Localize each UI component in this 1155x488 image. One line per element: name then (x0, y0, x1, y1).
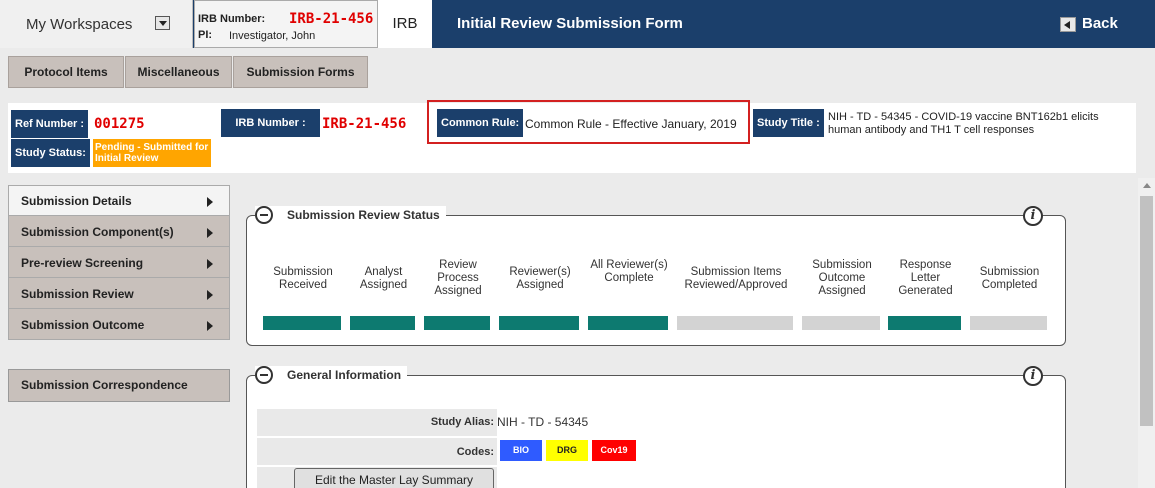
nav-submission-components[interactable]: Submission Component(s) (9, 217, 229, 247)
study-info-strip: Ref Number : 001275 IRB Number : IRB-21-… (8, 100, 1136, 173)
status-step-bar (970, 316, 1047, 330)
workspaces-label: My Workspaces (26, 16, 133, 33)
code-badge: Cov19 (592, 440, 636, 461)
status-step-bar (263, 316, 341, 330)
tab-protocol-items[interactable]: Protocol Items (8, 56, 124, 88)
collapse-icon[interactable] (255, 206, 273, 224)
nav-submission-review[interactable]: Submission Review (9, 279, 229, 309)
back-label[interactable]: Back (1082, 15, 1118, 32)
nav-label: Submission Outcome (21, 318, 145, 332)
status-step-bar (888, 316, 961, 330)
status-step-label: Submission Received (273, 266, 333, 291)
review-status-panel: Submission Review Status i Submission Re… (246, 206, 1066, 346)
nav-label: Submission Review (21, 287, 134, 301)
collapse-icon[interactable] (255, 366, 273, 384)
status-step-bar (499, 316, 579, 330)
irb-number-field-label: IRB Number : (221, 109, 320, 137)
pi-name: Investigator, John (229, 30, 316, 42)
info-icon[interactable]: i (1023, 206, 1043, 226)
edit-lay-summary-button[interactable]: Edit the Master Lay Summary (294, 468, 494, 488)
status-step-bar (350, 316, 415, 330)
study-alias-value: NIH - TD - 54345 (497, 415, 589, 429)
chevron-right-icon (207, 321, 213, 331)
codes-label: Codes: (456, 446, 494, 458)
nav-submission-outcome[interactable]: Submission Outcome (9, 310, 229, 340)
chevron-down-icon[interactable] (155, 16, 170, 30)
chevron-right-icon (207, 228, 213, 238)
ref-number-value: 001275 (94, 116, 145, 132)
status-step-bar (802, 316, 880, 330)
status-step-bar (588, 316, 668, 330)
panel-title: Submission Review Status (287, 208, 440, 222)
status-step-label: Reviewer(s) Assigned (509, 266, 571, 291)
nav-label: Pre-review Screening (21, 256, 144, 270)
nav-pre-review-screening[interactable]: Pre-review Screening (9, 248, 229, 278)
irb-info-panel: IRB Number: IRB-21-456 PI: Investigator,… (194, 0, 378, 48)
nav-label: Submission Details (21, 194, 132, 208)
ref-number-label: Ref Number : (11, 110, 89, 138)
status-step-label: Submission Items Reviewed/Approved (684, 266, 788, 291)
study-title-label: Study Title : (753, 109, 824, 137)
page-title: Initial Review Submission Form (457, 15, 683, 32)
study-alias-label: Study Alias: (430, 416, 494, 428)
status-step-label: Response Letter Generated (898, 259, 953, 297)
status-step-bar (424, 316, 490, 330)
irb-number-value: IRB-21-456 (289, 11, 374, 27)
study-title-value: NIH - TD - 54345 - COVID-19 vaccine BNT1… (828, 111, 1099, 136)
pi-label: PI: (198, 29, 213, 41)
chevron-right-icon (207, 290, 213, 300)
study-status-badge: Pending - Submitted for Initial Review (93, 139, 211, 167)
status-step-label: All Reviewer(s) Complete (590, 259, 668, 284)
status-step-label: Submission Completed (979, 266, 1040, 291)
study-status-label: Study Status: (11, 139, 90, 167)
status-step-label: Review Process Assigned (434, 259, 482, 297)
irb-number-field-value: IRB-21-456 (322, 116, 407, 132)
irb-number-label: IRB Number: (198, 13, 266, 25)
tab-submission-forms[interactable]: Submission Forms (233, 56, 368, 88)
common-rule-label: Common Rule: (437, 109, 524, 137)
nav-label: Submission Component(s) (21, 225, 174, 239)
panel-header: General Information (255, 366, 408, 384)
tab-irb[interactable]: IRB (378, 0, 432, 48)
scrollbar-thumb[interactable] (1140, 196, 1153, 426)
common-rule-value: Common Rule - Effective January, 2019 (525, 117, 737, 131)
panel-title: General Information (287, 368, 402, 382)
panel-header: Submission Review Status (255, 206, 446, 224)
info-icon[interactable]: i (1023, 366, 1043, 386)
scroll-up-icon[interactable] (1143, 183, 1151, 188)
status-step-label: Analyst Assigned (359, 266, 408, 291)
chevron-right-icon (207, 197, 213, 207)
submission-nav: Submission Details Submission Component(… (8, 185, 230, 340)
status-step-bar (677, 316, 793, 330)
submission-correspondence-button[interactable]: Submission Correspondence (8, 369, 230, 402)
workspaces-menu[interactable]: My Workspaces (0, 0, 193, 48)
status-step-label: Submission Outcome Assigned (812, 259, 872, 297)
chevron-right-icon (207, 259, 213, 269)
back-arrow-icon[interactable] (1060, 17, 1076, 32)
code-badge: BIO (500, 440, 542, 461)
nav-submission-details[interactable]: Submission Details (9, 186, 229, 216)
tab-miscellaneous[interactable]: Miscellaneous (125, 56, 232, 88)
code-badge: DRG (546, 440, 588, 461)
